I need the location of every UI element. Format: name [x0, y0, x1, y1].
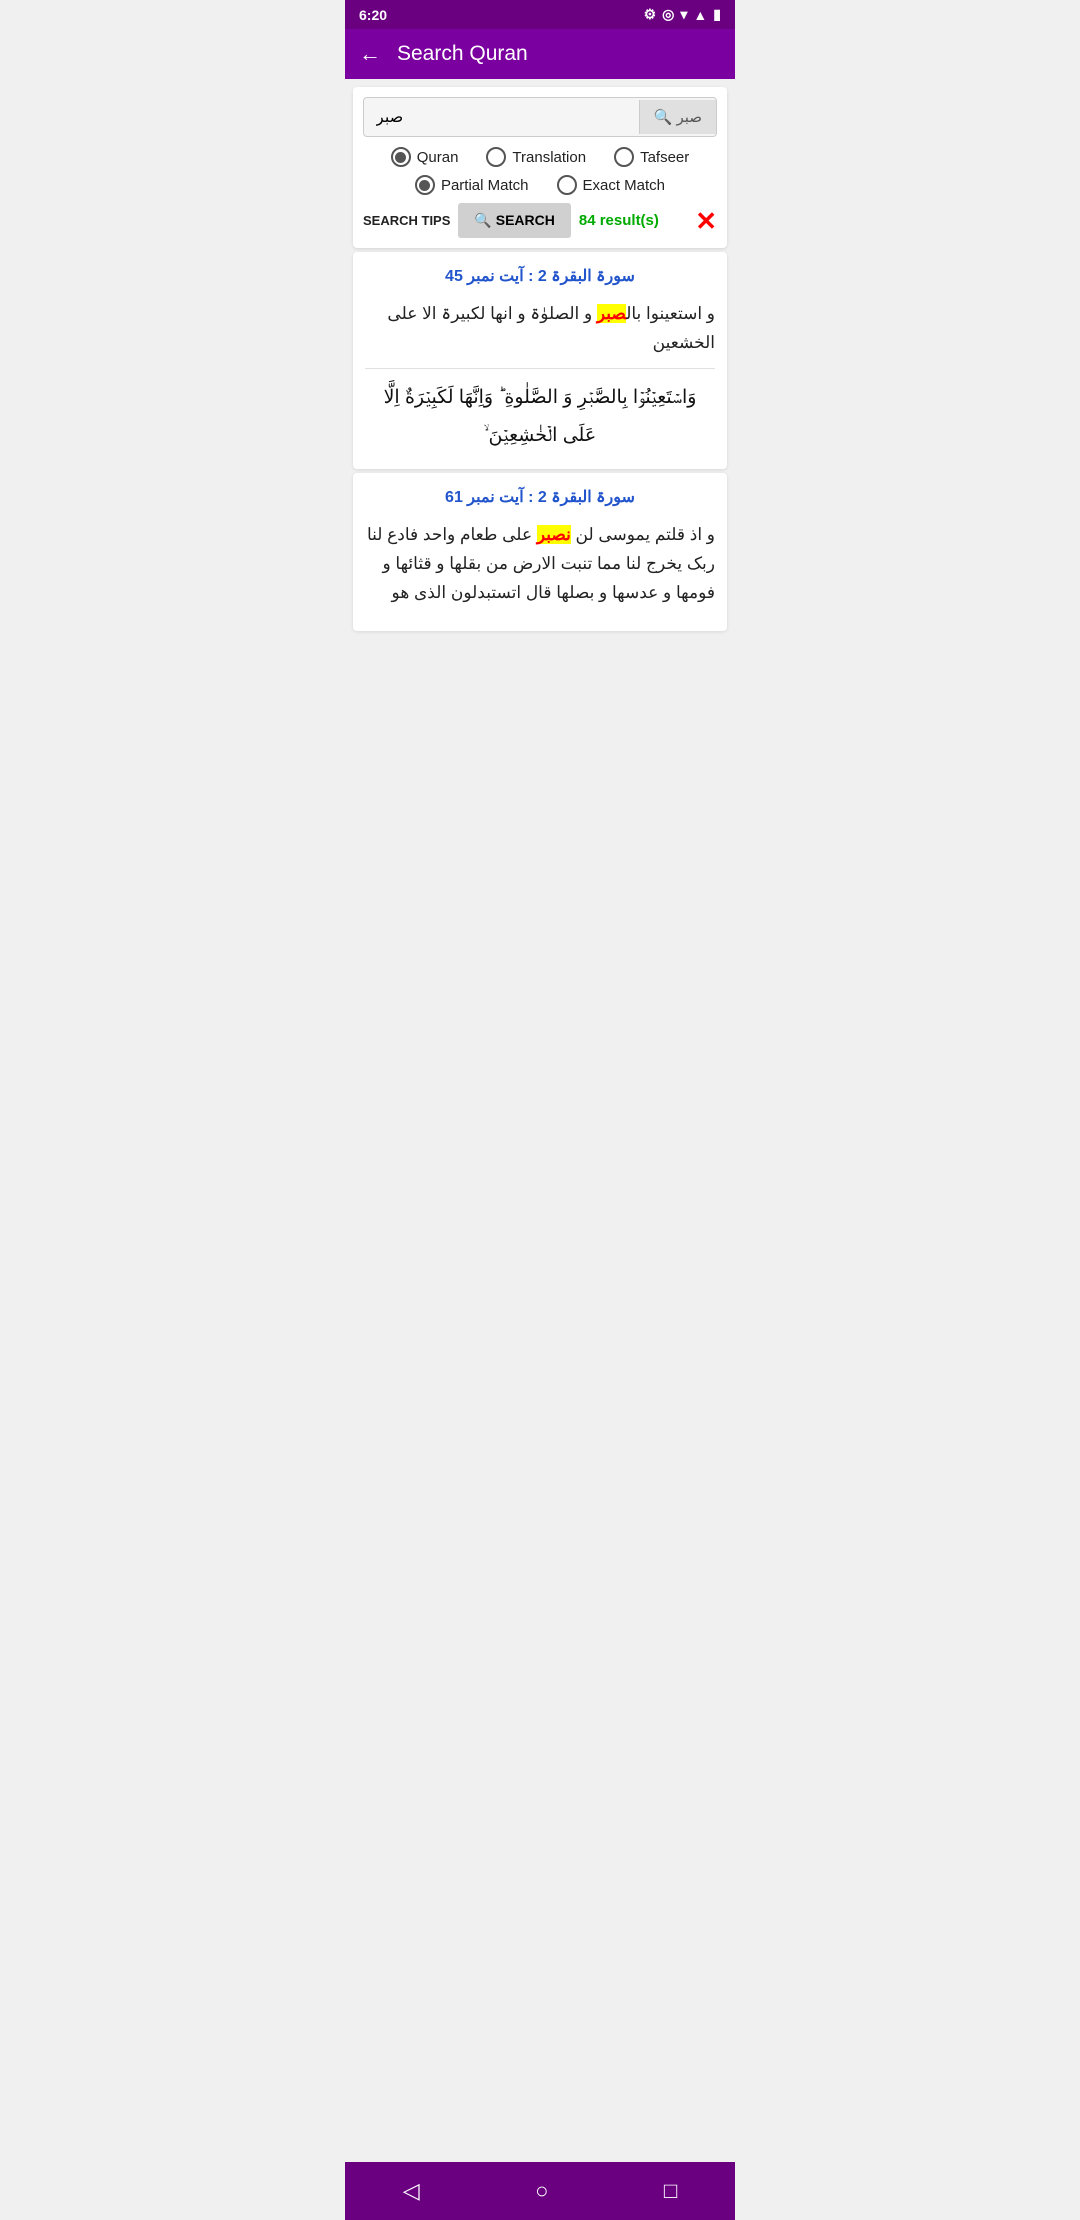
- verse-header-2: سورۃ البقرۃ 2 : آیت نمبر 61: [365, 487, 715, 507]
- radio-tafseer-circle: [614, 147, 634, 167]
- source-radio-group: Quran Translation Tafseer: [363, 147, 717, 167]
- nav-recent-button[interactable]: □: [644, 2174, 697, 2208]
- status-icons: ⚙ ◎ ▾ ▲ ▮: [644, 6, 721, 23]
- radio-partial[interactable]: Partial Match: [415, 175, 529, 195]
- radio-exact-circle: [557, 175, 577, 195]
- status-bar: 6:20 ⚙ ◎ ▾ ▲ ▮: [345, 0, 735, 29]
- search-icon-box: صبر 🔍: [639, 100, 716, 134]
- wifi-icon: ▾: [680, 6, 687, 23]
- nav-home-button[interactable]: ○: [515, 2174, 568, 2208]
- settings-icon: ⚙: [644, 6, 657, 23]
- top-bar: ← Search Quran: [345, 29, 735, 79]
- verse-header-1: سورۃ البقرۃ 2 : آیت نمبر 45: [365, 266, 715, 286]
- nav-back-button[interactable]: ◁: [383, 2174, 440, 2208]
- result-card-1: سورۃ البقرۃ 2 : آیت نمبر 45 و استعینوا ب…: [353, 252, 727, 469]
- match-radio-group: Partial Match Exact Match: [363, 175, 717, 195]
- result-card-2: سورۃ البقرۃ 2 : آیت نمبر 61 و اذ قلتم یم…: [353, 473, 727, 632]
- search-icon: 🔍: [654, 108, 673, 126]
- translation-text-2: و اذ قلتم یموسی لن نصبر علی طعام واحد فا…: [365, 521, 715, 608]
- bottom-nav: ◁ ○ □: [345, 2162, 735, 2220]
- action-row: SEARCH TIPS 🔍 SEARCH 84 result(s) ✕: [363, 203, 717, 238]
- radio-tafseer-label: Tafseer: [640, 149, 689, 166]
- search-input-row: صبر 🔍: [363, 97, 717, 137]
- signal-icon: ▲: [693, 7, 707, 23]
- highlight-1: صبر: [597, 304, 626, 323]
- back-button[interactable]: ←: [359, 41, 381, 67]
- radio-translation-circle: [486, 147, 506, 167]
- radio-tafseer[interactable]: Tafseer: [614, 147, 689, 167]
- circle-badge-icon: ◎: [662, 6, 674, 23]
- radio-partial-label: Partial Match: [441, 177, 529, 194]
- search-input[interactable]: [364, 98, 639, 136]
- search-tips-button[interactable]: SEARCH TIPS: [363, 209, 450, 232]
- highlight-2: نصبر: [537, 525, 571, 544]
- radio-quran-circle: [391, 147, 411, 167]
- radio-partial-circle: [415, 175, 435, 195]
- divider-1: [365, 368, 715, 369]
- arabic-text-1: وَاسۡتَعِيۡنُوۡا بِالصَّبۡرِ وَ الصَّلٰو…: [365, 379, 715, 455]
- clear-button[interactable]: ✕: [695, 208, 717, 234]
- search-button[interactable]: 🔍 SEARCH: [458, 203, 570, 238]
- status-time: 6:20: [359, 7, 387, 23]
- radio-exact[interactable]: Exact Match: [557, 175, 666, 195]
- radio-quran-label: Quran: [417, 149, 459, 166]
- search-panel: صبر 🔍 Quran Translation Tafseer Partial …: [353, 87, 727, 248]
- arabic-hint: صبر: [676, 108, 702, 126]
- radio-exact-label: Exact Match: [583, 177, 666, 194]
- page-title: Search Quran: [397, 42, 528, 66]
- radio-translation-label: Translation: [512, 149, 586, 166]
- radio-translation[interactable]: Translation: [486, 147, 586, 167]
- translation-text-1: و استعینوا بالصبر و الصلوٰۃ و انھا لکبیر…: [365, 300, 715, 358]
- battery-icon: ▮: [713, 6, 721, 23]
- radio-quran[interactable]: Quran: [391, 147, 459, 167]
- result-count: 84 result(s): [579, 212, 659, 229]
